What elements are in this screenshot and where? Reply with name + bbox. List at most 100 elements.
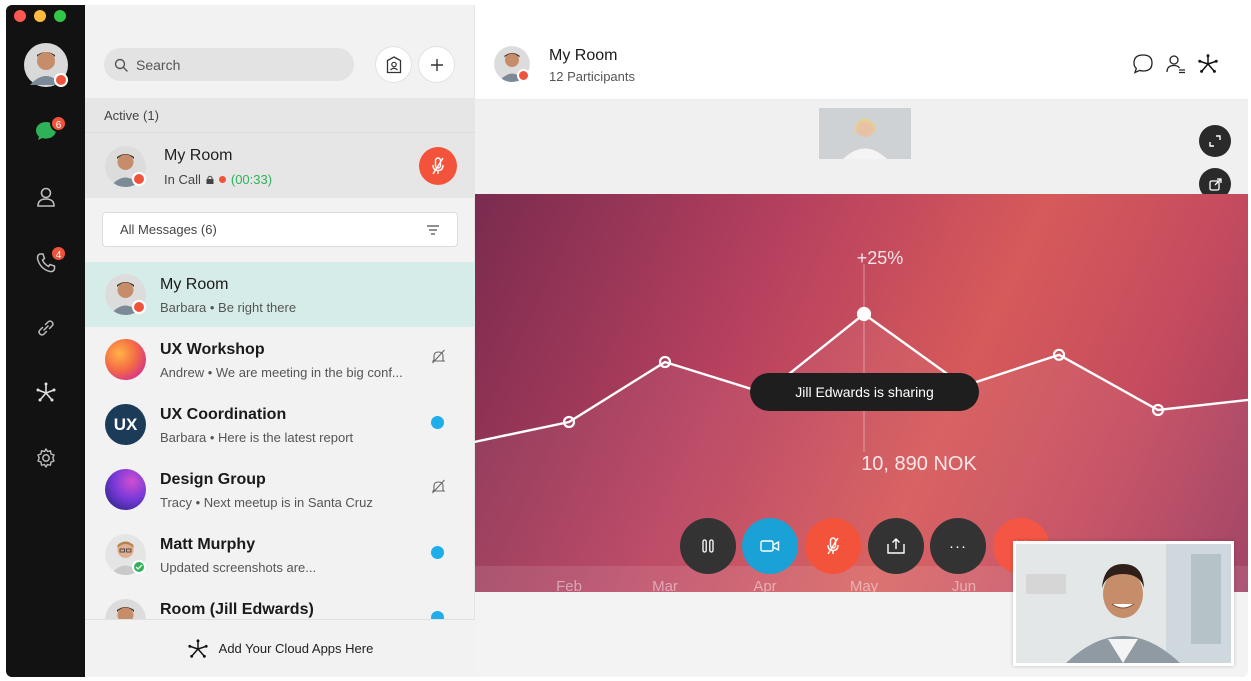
rail-apps[interactable] [6,371,85,415]
list-item-ux-coordination[interactable]: UX UX Coordination Barbara • Here is the… [85,392,475,457]
link-icon [37,320,54,336]
more-button[interactable]: ··· [930,518,986,574]
conversation-preview: Barbara • Here is the latest report [160,430,354,445]
rail-calls[interactable]: 4 [6,241,85,285]
minimize-window-button[interactable] [34,10,46,22]
list-item-matt-murphy[interactable]: Matt Murphy Updated screenshots are... [85,522,475,587]
window-controls [14,10,66,22]
contact-card-button[interactable] [376,47,411,82]
list-item-my-room[interactable]: My Room Barbara • Be right there [85,262,475,327]
messages-filter[interactable]: All Messages (6) [102,212,458,247]
conversation-preview: Barbara • Be right there [160,300,297,315]
unread-dot [431,546,444,559]
conversation-title: Matt Murphy [160,536,256,553]
status-dot [517,69,530,82]
hold-button[interactable] [680,518,736,574]
filter-label: All Messages (6) [120,222,217,237]
conversation-title: UX Workshop [160,341,265,358]
x-tick-label: Jun [952,578,976,592]
apps-button[interactable] [1197,53,1219,80]
user-avatar[interactable] [24,43,68,87]
footer-label: Add Your Cloud Apps Here [218,641,374,656]
room-header: My Room 12 Participants [475,5,1248,100]
contact-card-icon [386,55,401,73]
ux-workshop-avatar [105,339,146,380]
list-item-ux-workshop[interactable]: UX Workshop Andrew • We are meeting in t… [85,327,475,392]
list-item-design-group[interactable]: Design Group Tracy • Next meetup is in S… [85,457,475,522]
asterisk-apps-icon [36,382,55,402]
recording-dot [218,176,226,183]
search-icon [114,58,128,72]
conversation-list: My Room Barbara • Be right there UX Work… [85,262,475,652]
asterisk-apps-icon [188,638,208,658]
video-camera-icon [760,540,780,552]
rail-settings[interactable] [6,436,85,480]
app-window: 6 4 Active (1) [6,5,1248,677]
mic-off-icon [827,537,839,555]
pop-out-icon [1208,177,1222,191]
more-dots-icon: ··· [949,537,967,555]
chart-annotation-bottom: 10, 890 NOK [861,453,977,475]
add-cloud-apps-button[interactable]: Add Your Cloud Apps Here [85,619,475,677]
ux-coordination-avatar: UX [105,404,146,445]
fullscreen-button[interactable] [1199,125,1231,157]
chat-bubble-icon [1133,54,1153,74]
active-mute-button[interactable] [419,147,457,185]
rail-contacts[interactable] [6,175,85,219]
call-timer: (00:33) [230,172,273,187]
chart-point [856,306,872,322]
mute-button[interactable] [805,518,861,574]
status-dot [132,300,146,314]
person-icon [36,187,55,207]
video-button[interactable] [742,518,798,574]
muted-marker [431,479,446,499]
share-icon [887,538,905,554]
participants-button[interactable] [1165,53,1187,80]
status-dot [54,73,68,87]
remote-participant-thumbnail[interactable] [819,108,911,159]
share-screen-button[interactable] [868,518,924,574]
rail-links[interactable] [6,306,85,350]
active-room-title: My Room [164,147,233,164]
conversation-panel: Active (1) My Room In Call (00:33) All M… [85,5,475,677]
conversation-preview: Updated screenshots are... [160,560,317,575]
participants-icon [1166,55,1185,74]
x-tick-label: Apr [753,578,776,592]
self-view-video[interactable] [1013,541,1234,666]
chat-button[interactable] [1132,53,1154,80]
notifications-off-icon [431,479,446,494]
sharing-tooltip: Jill Edwards is sharing [750,373,979,411]
conversation-preview: Tracy • Next meetup is in Santa Cruz [160,495,373,510]
muted-marker [431,349,446,369]
search-input[interactable] [136,56,336,73]
notifications-off-icon [431,349,446,364]
participant-count: 12 Participants [549,69,635,84]
close-window-button[interactable] [14,10,26,22]
conversation-title: UX Coordination [160,406,287,423]
plus-icon [430,58,443,71]
expand-icon [1209,135,1221,147]
call-area: My Room 12 Participants +25% 10, 890 NOK… [475,5,1248,677]
search-bar[interactable] [104,48,354,81]
conversation-preview: Andrew • We are meeting in the big conf.… [160,365,403,380]
add-button[interactable] [419,47,454,82]
x-tick-label: Feb [556,578,582,592]
calls-badge: 4 [50,245,67,262]
unread-dot [431,416,444,429]
lock-icon [206,175,214,184]
unread-marker [431,544,444,559]
room-title: My Room [549,47,618,64]
rail-messages[interactable]: 6 [6,109,85,153]
conversation-title: Design Group [160,471,266,488]
active-call-row[interactable]: My Room In Call (00:33) [85,132,475,198]
gear-icon [36,448,55,468]
status-dot [132,560,146,574]
maximize-window-button[interactable] [54,10,66,22]
active-room-status-dot [132,172,146,186]
mic-off-icon [432,157,444,175]
chart-annotation-top: +25% [857,248,904,268]
unread-marker [431,414,444,429]
in-call-label: In Call [164,172,201,187]
filter-icon [427,224,439,235]
design-group-avatar [105,469,146,510]
